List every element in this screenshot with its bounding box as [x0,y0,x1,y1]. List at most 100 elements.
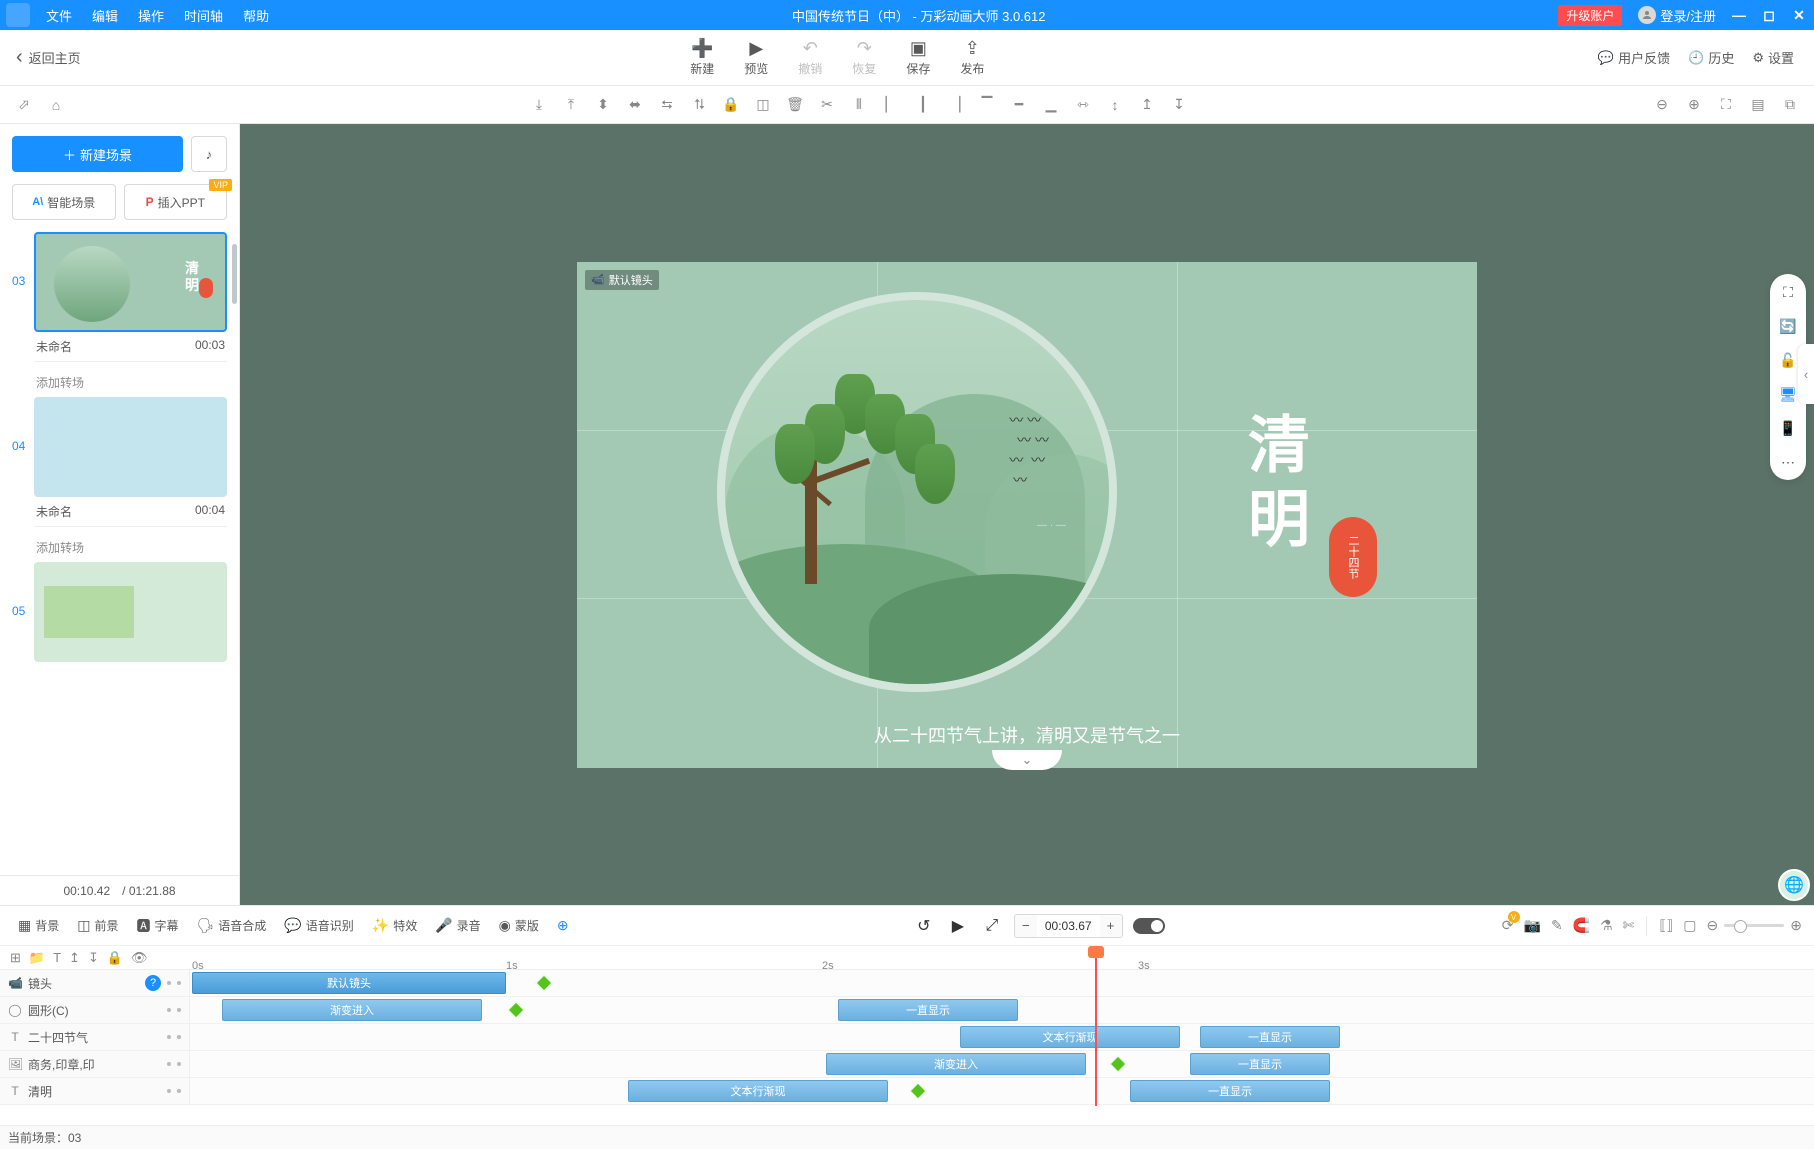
new-button[interactable]: ➕ 新建 [690,38,714,77]
delete-icon[interactable]: 🗑 [783,93,807,117]
add-transition-button[interactable]: 添加转场 [12,368,227,397]
menu-edit[interactable]: 编辑 [82,6,128,25]
folder-icon[interactable]: 📁 [29,950,45,966]
layers-icon[interactable]: ▤ [1746,93,1770,117]
add-track-icon[interactable]: ⊞ [10,950,21,966]
scene-card-03[interactable]: 未命名 00:03 [34,232,227,362]
filter-icon[interactable]: ⚗ [1600,917,1613,934]
bracket-icon[interactable]: ⟦⟧ [1659,917,1673,934]
new-scene-button[interactable]: ＋ 新建场景 [12,136,183,172]
keyframe-diamond[interactable] [910,1083,927,1100]
menu-timeline[interactable]: 时间轴 [174,6,233,25]
overlay-button[interactable]: ◉蒙版 [493,917,545,934]
align-bottom-icon[interactable]: ⤓ [527,93,551,117]
keyframe-tool-icon[interactable]: ⟳V [1502,917,1514,934]
cut-icon[interactable]: ✄ [1623,917,1635,934]
align-left-icon[interactable]: ▏ [879,93,903,117]
track-timeline[interactable]: 文本行渐现 一直显示 [190,1024,1814,1050]
fg-button[interactable]: ◫前景 [71,917,124,934]
undo-button[interactable]: ↶ 撤销 [798,38,822,77]
clip-always-show[interactable]: 一直显示 [838,999,1018,1021]
clip-fade-in[interactable]: 渐变进入 [222,999,482,1021]
menu-action[interactable]: 操作 [128,6,174,25]
track-label[interactable]: 🖼 商务,印章,印 [0,1051,190,1077]
scene-card-05[interactable] [34,562,227,662]
music-button[interactable]: ♪ [191,136,227,172]
align-vertical-icon[interactable]: ⬍ [591,93,615,117]
more-button[interactable]: ⊕ [551,917,575,934]
align-center-icon[interactable]: ┃ [911,93,935,117]
track-label[interactable]: T 清明 [0,1078,190,1104]
flip-h-icon[interactable]: ⮀ [655,93,679,117]
smart-scene-button[interactable]: A\ 智能场景 [12,184,116,220]
canvas[interactable]: 📹 默认镜头 〰 〰 〰 [577,262,1477,768]
align-horizontal-icon[interactable]: ⬌ [623,93,647,117]
distribute-icon[interactable]: ⫴ [847,93,871,117]
zoom-out-icon[interactable]: ⊖ [1650,93,1674,117]
track-timeline[interactable]: 渐变进入 一直显示 [190,1051,1814,1077]
clip-always-show[interactable]: 一直显示 [1130,1080,1330,1102]
lock-track-icon[interactable]: 🔒 [107,950,123,966]
camera2-icon[interactable]: 📷 [1524,917,1541,934]
scene-list[interactable]: 03 未命名 00:03 添加转场 04 未命名 00:04 [0,232,239,875]
maximize-button[interactable]: ◻ [1754,7,1784,24]
track-label[interactable]: 📹 镜头 ? [0,970,190,996]
zoom-in-icon[interactable]: ⊕ [1790,917,1802,934]
clip-fade-in[interactable]: 渐变进入 [826,1053,1086,1075]
add-transition-button[interactable]: 添加转场 [12,533,227,562]
rotate-icon[interactable]: 🔄 [1778,316,1798,336]
circle-shape[interactable]: 〰 〰 〰 〰〰 〰 〰 [717,292,1117,692]
back-home-button[interactable]: 返回主页 [0,46,97,69]
menu-help[interactable]: 帮助 [233,6,279,25]
keyframe-diamond[interactable] [536,975,553,992]
minimize-button[interactable]: — [1724,7,1754,23]
menu-file[interactable]: 文件 [36,6,82,25]
eye-icon[interactable]: 👁 [131,950,148,966]
flip-v-icon[interactable]: ⮁ [687,93,711,117]
crop-icon[interactable]: ✂ [815,93,839,117]
save-button[interactable]: ▣ 保存 [906,38,930,77]
seal-stamp[interactable]: 二十四节 [1329,517,1377,597]
time-minus-button[interactable]: − [1015,915,1037,937]
help-icon[interactable]: ? [145,975,161,991]
rewind-button[interactable]: ↺ [912,914,936,938]
fit-icon[interactable]: ⛶ [1714,93,1738,117]
track-timeline[interactable]: 渐变进入 一直显示 [190,997,1814,1023]
clip-always-show[interactable]: 一直显示 [1190,1053,1330,1075]
insert-ppt-button[interactable]: P 插入PPT VIP [124,184,228,220]
fullscreen-icon[interactable]: ⛶ [1778,282,1798,302]
send-back-icon[interactable]: ↧ [1167,93,1191,117]
distribute-v-icon[interactable]: ↕ [1103,93,1127,117]
expand-panel-button[interactable]: ‹ [1798,344,1814,404]
clip-always-show[interactable]: 一直显示 [1200,1026,1340,1048]
edit-icon[interactable]: ✎ [1551,917,1563,934]
desktop-icon[interactable]: 🖥 [1778,384,1798,404]
toggle-switch[interactable] [1133,918,1165,934]
publish-button[interactable]: ⇪ 发布 [960,38,984,77]
corner-badge[interactable]: 🌐 [1778,869,1810,901]
pointer-icon[interactable]: ⬀ [12,93,36,117]
subtitle-button[interactable]: 🅰字幕 [131,916,185,936]
playhead[interactable] [1095,956,1097,1106]
clip-default-camera[interactable]: 默认镜头 [192,972,506,994]
play-button[interactable]: ▶ [946,914,970,938]
track-label[interactable]: ◯ 圆形(C) [0,997,190,1023]
collapse-canvas-button[interactable]: ⌄ [992,750,1062,770]
preview-button[interactable]: ▶ 预览 [744,38,768,77]
copy-icon[interactable]: ⧉ [1778,93,1802,117]
track-timeline[interactable]: 默认镜头 [190,970,1814,996]
align-right-icon[interactable]: ▕ [943,93,967,117]
keyframe-diamond[interactable] [1110,1056,1127,1073]
unlock-icon[interactable]: 🔓 [1778,350,1798,370]
bg-button[interactable]: ▦背景 [12,917,65,934]
arrow-down-icon[interactable]: ↧ [88,950,99,966]
close-button[interactable]: ✕ [1784,7,1814,24]
redo-button[interactable]: ↷ 恢复 [852,38,876,77]
asr-button[interactable]: 💬语音识别 [278,917,359,934]
time-plus-button[interactable]: + [1100,915,1122,937]
mobile-icon[interactable]: 📱 [1778,418,1798,438]
feedback-button[interactable]: 💬 用户反馈 [1598,48,1670,67]
arrow-up-icon[interactable]: ↥ [69,950,80,966]
fx-button[interactable]: ✨特效 [366,917,423,934]
align-vtop-icon[interactable]: ▔ [975,93,999,117]
